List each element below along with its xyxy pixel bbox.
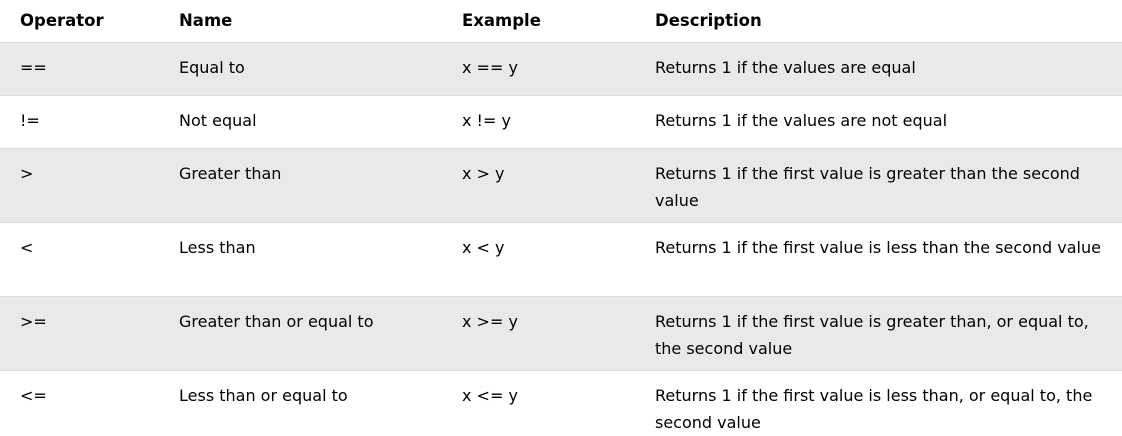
cell-description: Returns 1 if the first value is greater … — [635, 148, 1122, 223]
cell-description: Returns 1 if the first value is less tha… — [635, 222, 1122, 297]
cell-description: Returns 1 if the values are equal — [635, 42, 1122, 96]
cell-example: x < y — [442, 222, 635, 297]
header-row: Operator Name Example Description — [0, 0, 1122, 43]
cell-name: Not equal — [159, 95, 442, 149]
header-description: Description — [635, 0, 1122, 43]
header-example: Example — [442, 0, 635, 43]
cell-example: x == y — [442, 42, 635, 96]
table-row: >= Greater than or equal to x >= y Retur… — [0, 296, 1122, 371]
table-body: == Equal to x == y Returns 1 if the valu… — [0, 42, 1122, 436]
comparison-operators-table: Operator Name Example Description == Equ… — [0, 0, 1122, 436]
cell-operator: >= — [0, 296, 159, 371]
cell-example: x <= y — [462, 385, 518, 405]
cell-name: Equal to — [159, 42, 442, 96]
table-row: != Not equal x != y Returns 1 if the val… — [0, 95, 1122, 149]
table-row: > Greater than x > y Returns 1 if the fi… — [0, 148, 1122, 223]
cell-example: x >= y — [442, 296, 635, 371]
cell-name: Greater than or equal to — [159, 296, 442, 371]
table-row: == Equal to x == y Returns 1 if the valu… — [0, 42, 1122, 96]
table-row: < Less than x < y Returns 1 if the first… — [0, 222, 1122, 297]
cell-description: Returns 1 if the first value is greater … — [635, 296, 1122, 371]
cell-operator: < — [0, 222, 159, 297]
cell-operator: == — [0, 42, 159, 96]
cell-description: Returns 1 if the values are not equal — [635, 95, 1122, 149]
cell-description: Returns 1 if the first value is less tha… — [655, 385, 1093, 432]
cell-operator: > — [0, 148, 159, 223]
cell-operator: != — [0, 95, 159, 149]
cell-example: x != y — [442, 95, 635, 149]
cell-name: Greater than — [159, 148, 442, 223]
table-header: Operator Name Example Description — [0, 0, 1122, 43]
cell-example: x > y — [442, 148, 635, 223]
header-name: Name — [159, 0, 442, 43]
table-row: <= Less than or equal to x <= y Returns … — [0, 370, 1122, 436]
cell-name: Less than — [159, 222, 442, 297]
cell-operator: <= — [20, 385, 47, 405]
cell-name: Less than or equal to — [179, 385, 348, 405]
header-operator: Operator — [0, 0, 159, 43]
